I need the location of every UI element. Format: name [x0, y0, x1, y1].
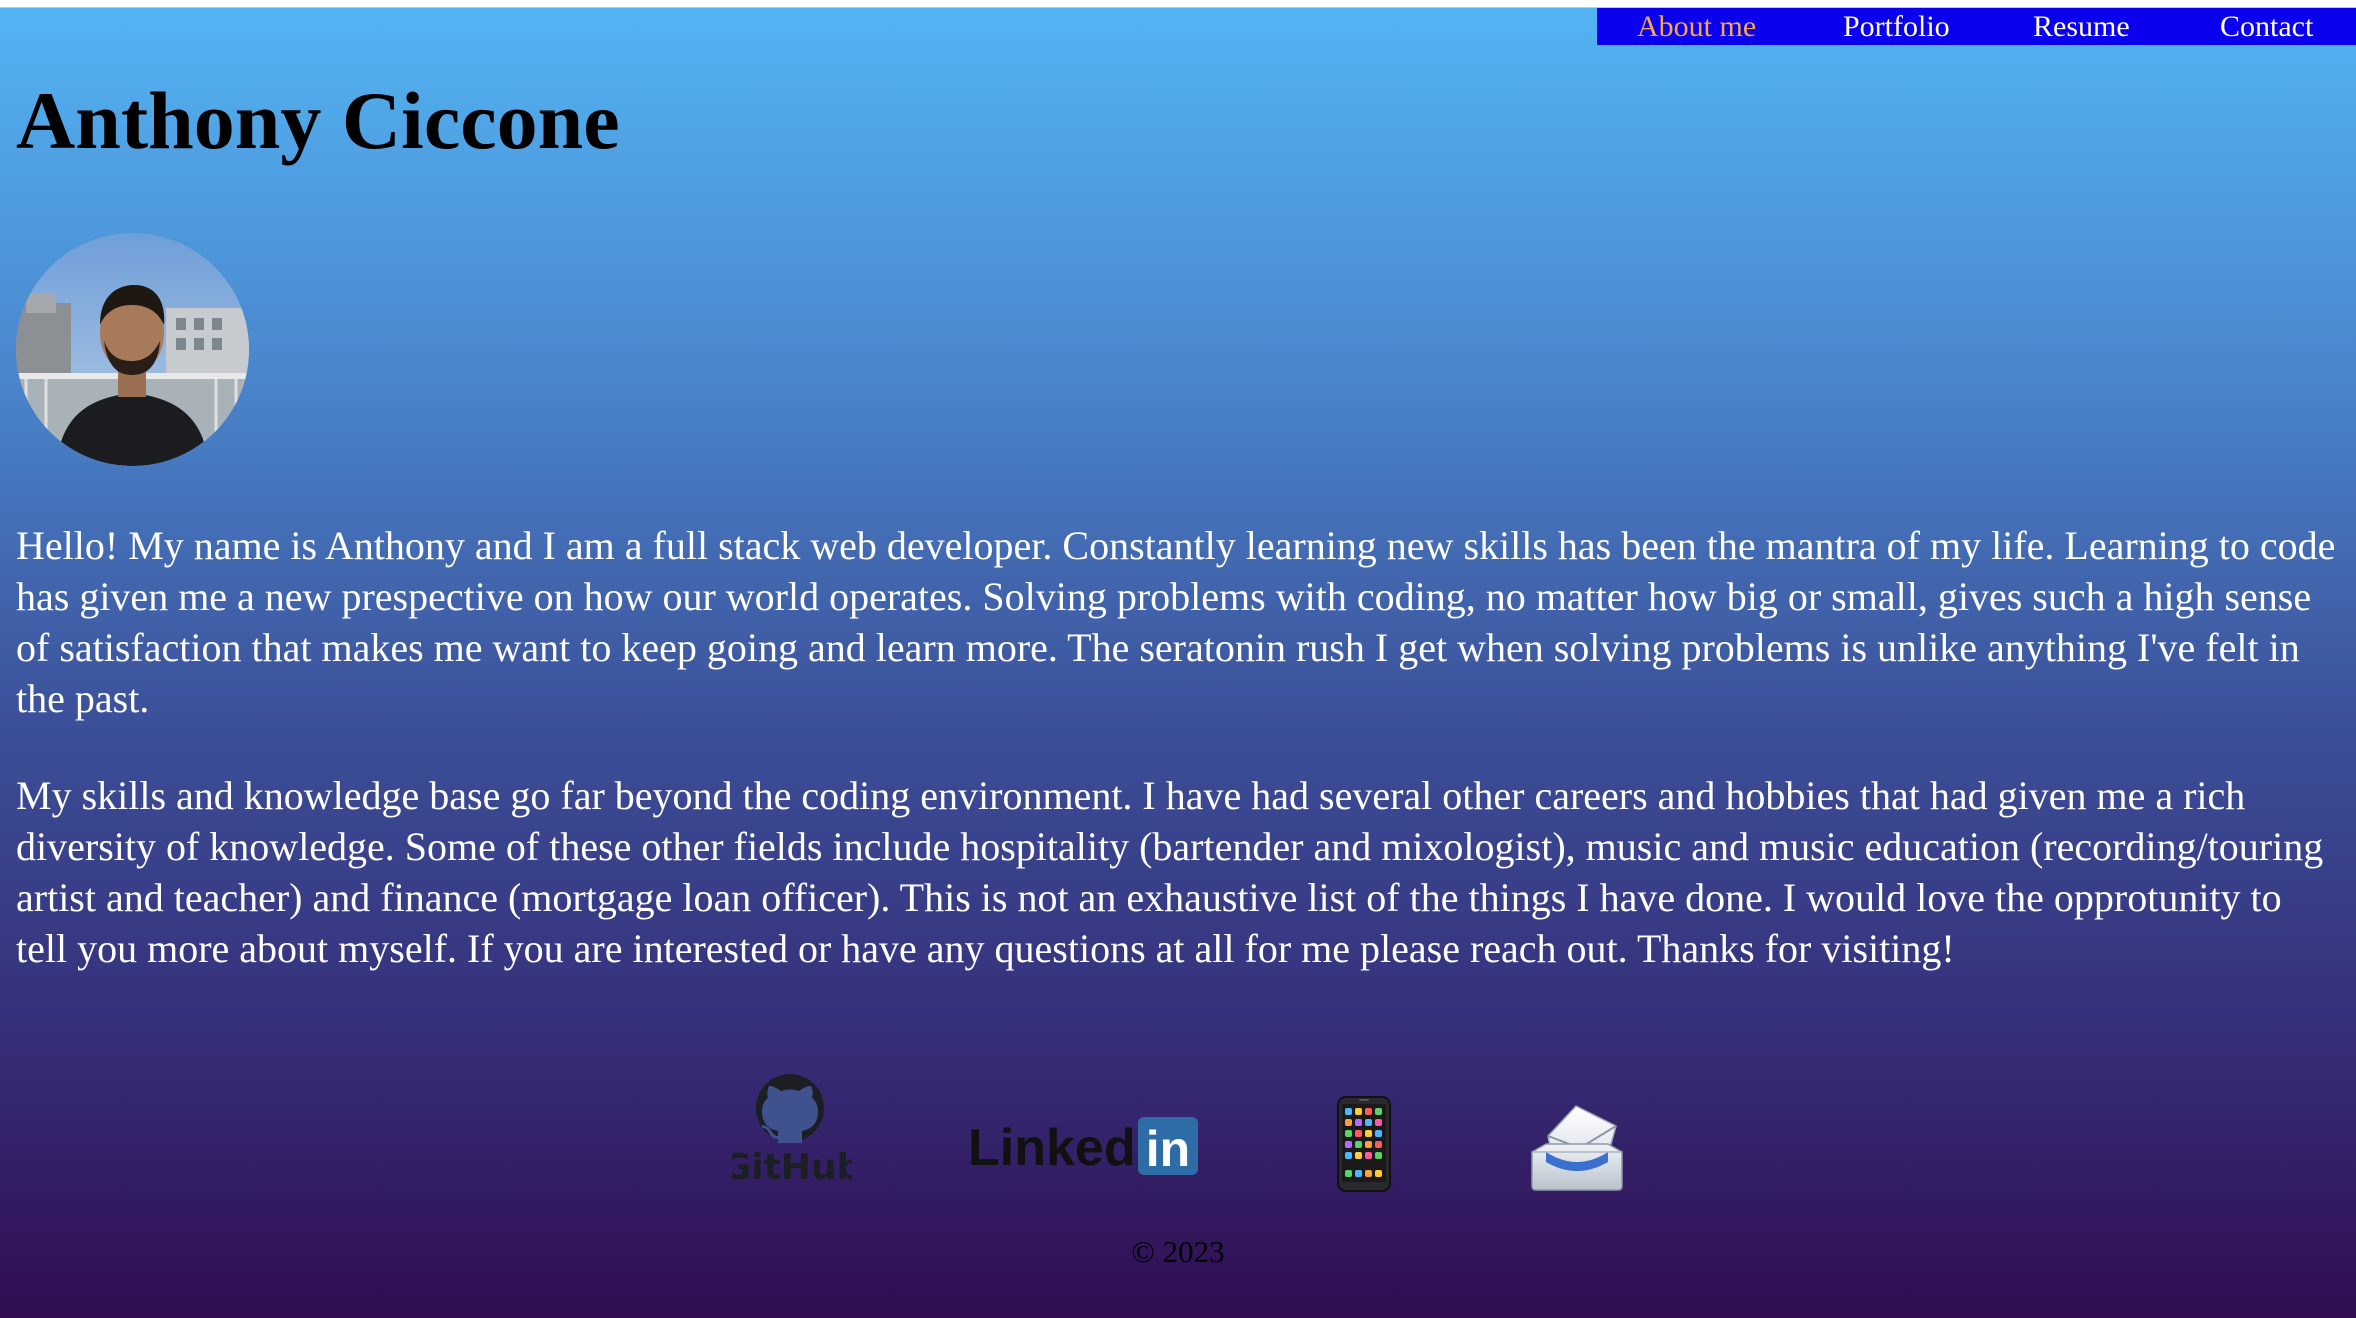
nav-about-me[interactable]: About me — [1637, 8, 1756, 45]
about-paragraph-2: My skills and knowledge base go far beyo… — [16, 773, 2324, 971]
nav-portfolio[interactable]: Portfolio — [1843, 8, 1950, 45]
github-logo-text: GitHub — [732, 1147, 852, 1185]
top-nav: About me Portfolio Resume Contact — [1597, 8, 2356, 45]
github-link[interactable]: GitHub — [722, 1073, 862, 1188]
phone-link[interactable] — [1337, 1096, 1391, 1192]
page-title: Anthony Ciccone — [16, 75, 620, 166]
nav-resume[interactable]: Resume — [2033, 8, 2130, 45]
linkedin-logo-text: Linked — [968, 1119, 1136, 1177]
phone-icon — [1337, 1096, 1391, 1192]
github-icon: GitHub — [722, 1074, 862, 1188]
linkedin-icon: Linked in — [968, 1117, 1198, 1177]
about-paragraph-1: Hello! My name is Anthony and I am a ful… — [16, 523, 2336, 721]
profile-photo — [16, 233, 249, 466]
nav-contact[interactable]: Contact — [2220, 8, 2313, 45]
linkedin-badge-text: in — [1146, 1121, 1190, 1177]
footer-copyright: © 2023 — [1131, 1234, 1225, 1269]
page-background: About me Portfolio Resume Contact Anthon… — [0, 7, 2356, 1318]
mail-icon — [1531, 1105, 1623, 1191]
avatar — [16, 233, 249, 466]
email-link[interactable] — [1528, 1096, 1626, 1192]
linkedin-link[interactable]: Linked in — [968, 1115, 1200, 1177]
